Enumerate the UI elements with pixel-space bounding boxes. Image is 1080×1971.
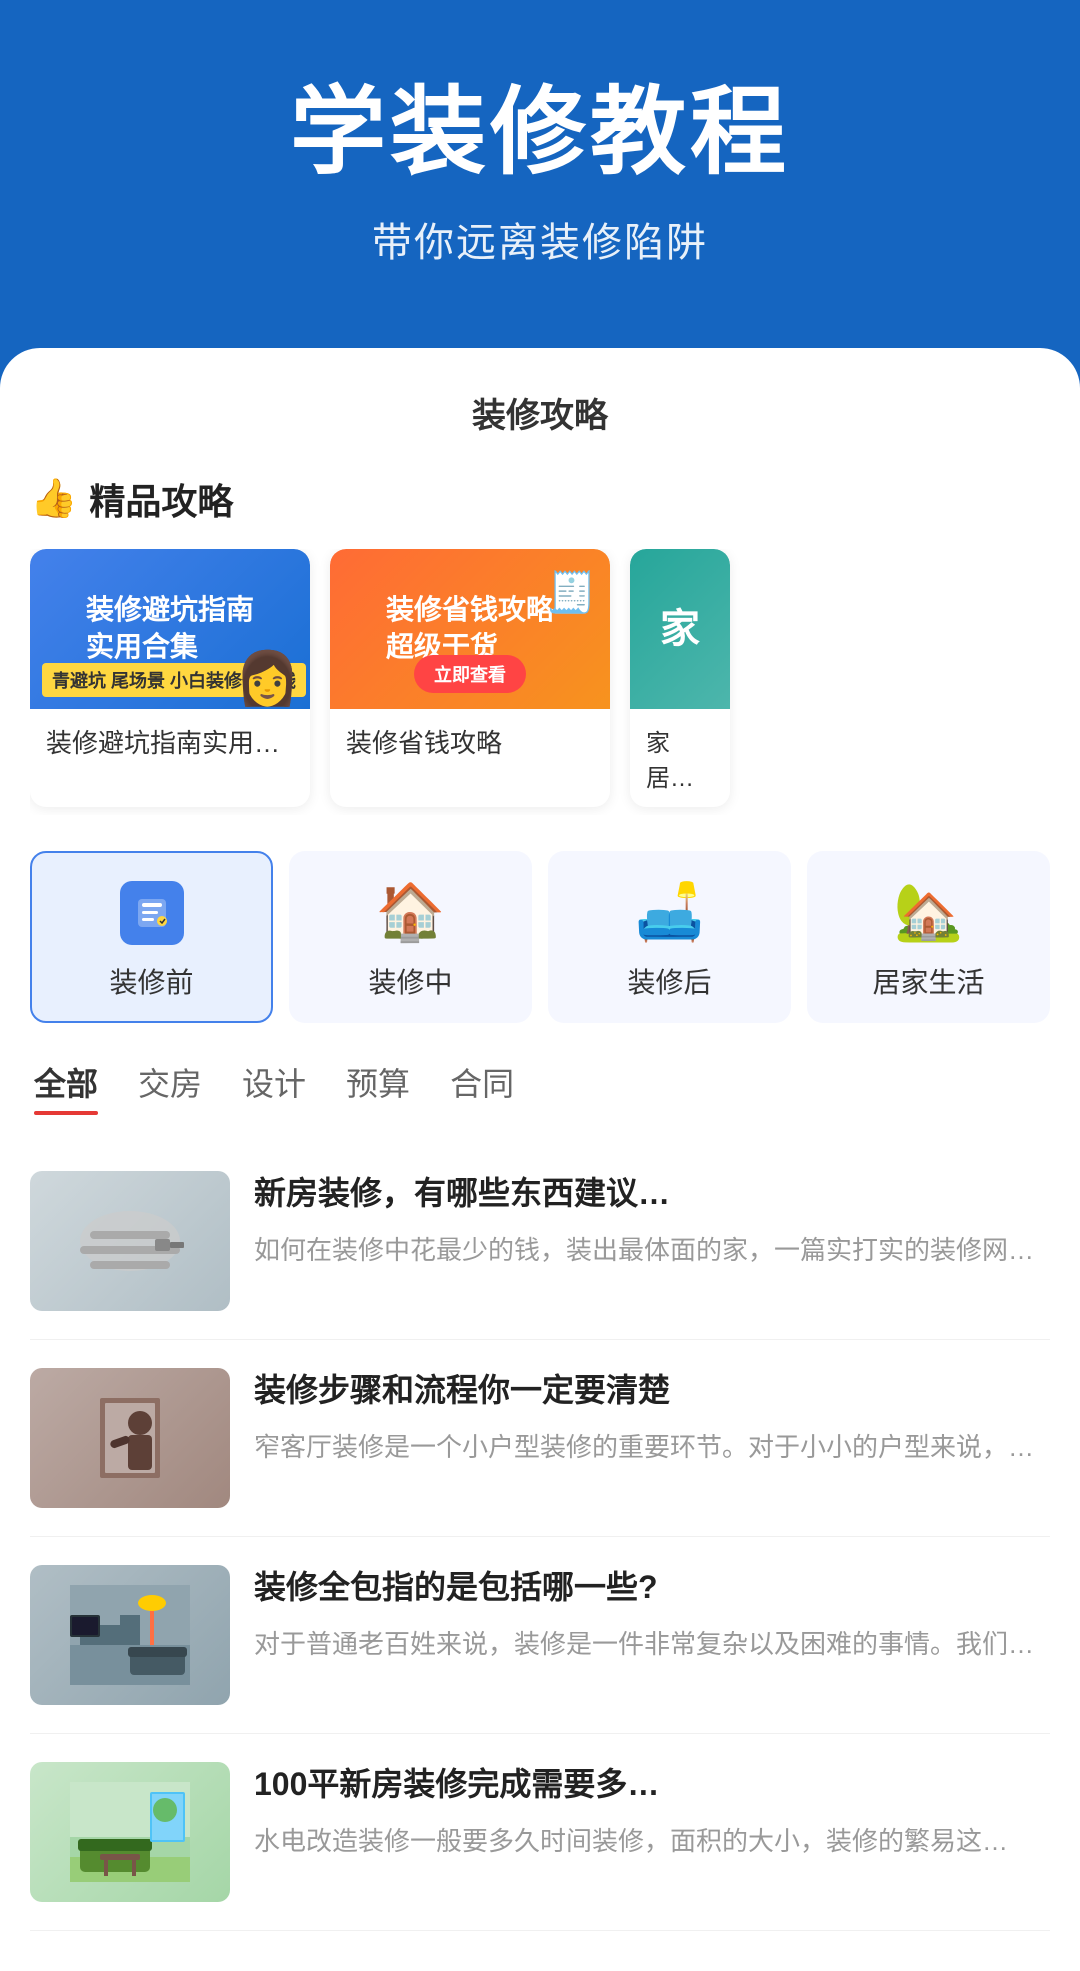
- filter-tabs: 全部 交房 设计 预算 合同: [30, 1059, 1050, 1113]
- filter-tab-delivery[interactable]: 交房: [138, 1059, 202, 1113]
- article-desc-4: 水电改造装修一般要多久时间装修，面积的大小，装修的繁易这…: [254, 1822, 1050, 1861]
- article-desc-1: 如何在装修中花最少的钱，装出最体面的家，一篇实打实的装修网…: [254, 1231, 1050, 1270]
- featured-card-3[interactable]: 家 家居…: [630, 549, 730, 807]
- featured-card-label-1: 装修避坑指南实用…: [30, 709, 310, 774]
- article-item-1[interactable]: 新房装修，有哪些东西建议… 如何在装修中花最少的钱，装出最体面的家，一篇实打实的…: [30, 1143, 1050, 1340]
- category-icon-during: 🏠: [376, 879, 446, 945]
- sub-title: 带你远离装修陷阱: [40, 210, 1040, 268]
- thumb-icon: 👍: [30, 477, 77, 521]
- featured-card-image-2: 装修省钱攻略超级干货 立即查看 🧾: [330, 549, 610, 709]
- article-content-4: 100平新房装修完成需要多… 水电改造装修一般要多久时间装修，面积的大小，装修的…: [254, 1762, 1050, 1862]
- category-icon-after: 🛋️: [635, 879, 705, 945]
- article-thumb-inner-3: [30, 1565, 230, 1705]
- article-thumb-inner-2: [30, 1368, 230, 1508]
- category-label-after: 装修后: [627, 961, 711, 1001]
- article-item-3[interactable]: 装修全包指的是包括哪一些? 对于普通老百姓来说，装修是一件非常复杂以及困难的事情…: [30, 1537, 1050, 1734]
- article-thumb-inner-4: [30, 1762, 230, 1902]
- article-item-4[interactable]: 100平新房装修完成需要多… 水电改造装修一般要多久时间装修，面积的大小，装修的…: [30, 1734, 1050, 1931]
- filter-tab-contract[interactable]: 合同: [450, 1059, 514, 1113]
- article-thumbnail-2: [30, 1368, 230, 1508]
- category-grid: 装修前 🏠 装修中 🛋️ 装修后 🏡 居家生活: [30, 851, 1050, 1023]
- article-content-2: 装修步骤和流程你一定要清楚 窄客厅装修是一个小户型装修的重要环节。对于小小的户型…: [254, 1368, 1050, 1468]
- featured-card-1[interactable]: 装修避坑指南实用合集 青避坑 尾场景 小白装修也省钱 👩 装修避坑指南实用…: [30, 549, 310, 807]
- article-content-3: 装修全包指的是包括哪一些? 对于普通老百姓来说，装修是一件非常复杂以及困难的事情…: [254, 1565, 1050, 1665]
- category-item-after[interactable]: 🛋️ 装修后: [548, 851, 791, 1023]
- article-list: 新房装修，有哪些东西建议… 如何在装修中花最少的钱，装出最体面的家，一篇实打实的…: [30, 1143, 1050, 1931]
- featured-card-label-2: 装修省钱攻略: [330, 709, 610, 774]
- person-deco-2: 🧾: [546, 569, 596, 616]
- featured-card-image-1: 装修避坑指南实用合集 青避坑 尾场景 小白装修也省钱 👩: [30, 549, 310, 709]
- featured-card-text-1: 装修避坑指南实用合集: [86, 592, 254, 665]
- category-label-during: 装修中: [368, 961, 452, 1001]
- person-deco-1: 👩: [235, 648, 300, 709]
- category-label-before: 装修前: [109, 961, 193, 1001]
- filter-tab-all[interactable]: 全部: [34, 1059, 98, 1113]
- article-thumbnail-1: [30, 1171, 230, 1311]
- featured-scroll[interactable]: 装修避坑指南实用合集 青避坑 尾场景 小白装修也省钱 👩 装修避坑指南实用… 装…: [30, 549, 1050, 815]
- card-title: 装修攻略: [30, 388, 1050, 437]
- article-desc-2: 窄客厅装修是一个小户型装修的重要环节。对于小小的户型来说，…: [254, 1428, 1050, 1467]
- featured-section-header: 👍 精品攻略: [30, 473, 1050, 525]
- category-item-during[interactable]: 🏠 装修中: [289, 851, 532, 1023]
- featured-card-label-3: 家居…: [630, 709, 730, 807]
- category-label-home: 居家生活: [872, 961, 984, 1001]
- article-item-2[interactable]: 装修步骤和流程你一定要清楚 窄客厅装修是一个小户型装修的重要环节。对于小小的户型…: [30, 1340, 1050, 1537]
- article-title-4: 100平新房装修完成需要多…: [254, 1762, 1050, 1807]
- category-item-home[interactable]: 🏡 居家生活: [807, 851, 1050, 1023]
- article-title-1: 新房装修，有哪些东西建议…: [254, 1171, 1050, 1216]
- featured-card-2[interactable]: 装修省钱攻略超级干货 立即查看 🧾 装修省钱攻略: [330, 549, 610, 807]
- article-thumbnail-4: [30, 1762, 230, 1902]
- category-icon-before: [120, 881, 184, 945]
- featured-card-btn-2[interactable]: 立即查看: [414, 655, 526, 693]
- featured-card-image-3: 家: [630, 549, 730, 709]
- category-item-before[interactable]: 装修前: [30, 851, 273, 1023]
- header-area: 学装修教程 带你远离装修陷阱: [0, 0, 1080, 388]
- filter-tab-budget[interactable]: 预算: [346, 1059, 410, 1113]
- article-thumbnail-3: [30, 1565, 230, 1705]
- article-thumb-inner-1: [30, 1171, 230, 1311]
- article-desc-3: 对于普通老百姓来说，装修是一件非常复杂以及困难的事情。我们…: [254, 1625, 1050, 1664]
- filter-tab-design[interactable]: 设计: [242, 1059, 306, 1113]
- article-title-3: 装修全包指的是包括哪一些?: [254, 1565, 1050, 1610]
- category-icon-home: 🏡: [894, 879, 964, 945]
- featured-section-title: 精品攻略: [89, 473, 233, 525]
- main-title: 学装修教程: [40, 80, 1040, 186]
- article-content-1: 新房装修，有哪些东西建议… 如何在装修中花最少的钱，装出最体面的家，一篇实打实的…: [254, 1171, 1050, 1271]
- article-title-2: 装修步骤和流程你一定要清楚: [254, 1368, 1050, 1413]
- main-card: 装修攻略 👍 精品攻略 装修避坑指南实用合集 青避坑 尾场景 小白装修也省钱 👩…: [0, 348, 1080, 1971]
- featured-card-text-3: 家: [660, 603, 700, 655]
